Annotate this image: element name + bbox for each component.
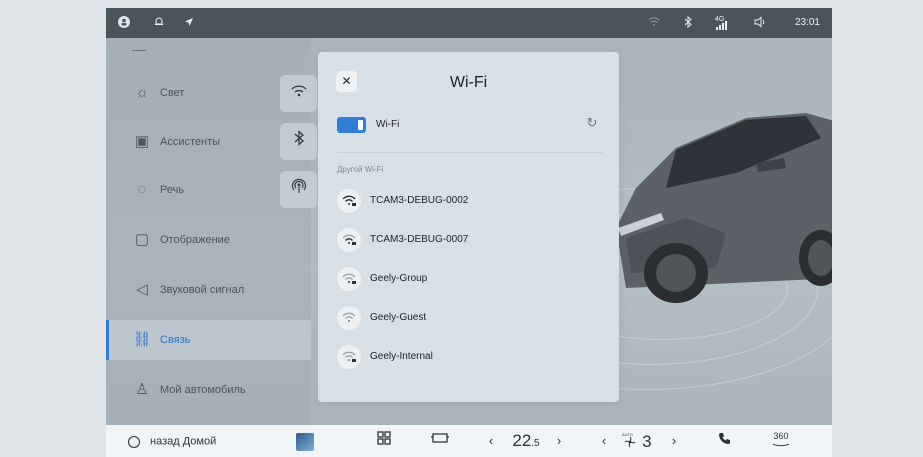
wifi-toggle-label: Wi-Fi	[376, 119, 400, 130]
car-seat-icon[interactable]	[429, 425, 451, 457]
network-name: TCAM3-DEBUG-0002	[370, 195, 469, 206]
phone-icon[interactable]	[716, 425, 732, 457]
network-row[interactable]: Geely-Guest	[337, 304, 603, 332]
light-bulb-icon: ☼	[135, 84, 149, 101]
sidebar-item-label: Речь	[160, 184, 185, 196]
fan-auto-label: AUTO	[622, 432, 634, 437]
wifi-dialog: ✕ Wi-Fi Wi-Fi ↻ Другой Wi-Fi TCAM3-DEBUG…	[318, 52, 619, 402]
wifi-locked-icon	[337, 267, 361, 291]
speaker-icon: ◁	[136, 281, 148, 298]
network-row[interactable]: TCAM3-DEBUG-0002	[337, 187, 603, 215]
car-image	[616, 113, 832, 303]
link-icon: ⛓	[132, 331, 152, 348]
toggle-knob	[358, 120, 363, 130]
wifi-toggle[interactable]	[337, 117, 366, 133]
fan-level: 3	[642, 431, 652, 451]
bluetooth-status-icon	[683, 15, 693, 32]
network-row[interactable]: Geely-Group	[337, 265, 603, 293]
display-icon: ▢	[134, 231, 150, 248]
home-label: назад Домой	[150, 435, 217, 448]
hotspot-icon	[291, 178, 306, 193]
temperature-display: 22.5	[506, 425, 546, 457]
status-bar: 4G 23:01	[106, 8, 832, 38]
home-circle-icon	[128, 435, 140, 448]
media-thumbnail[interactable]	[296, 433, 314, 451]
temperature-decrease-button[interactable]: ‹	[484, 425, 498, 457]
wifi-locked-icon	[337, 345, 361, 369]
sidebar-item-label: Отображение	[160, 234, 230, 246]
hotspot-quick-tile[interactable]	[280, 171, 317, 208]
sidebar-item-connectivity[interactable]: ⛓ Связь	[106, 320, 311, 360]
network-name: Geely-Guest	[370, 312, 427, 323]
fan-decrease-button[interactable]: ‹	[597, 425, 611, 457]
assistant-icon: ▣	[134, 133, 150, 150]
speech-icon: ◌	[137, 181, 147, 198]
person-icon: ♙	[135, 381, 149, 398]
wifi-status-icon	[648, 16, 660, 32]
wifi-quick-tile[interactable]	[280, 75, 317, 112]
temperature-increase-button[interactable]: ›	[552, 425, 566, 457]
divider	[337, 152, 603, 153]
sidebar-item-my-car[interactable]: ♙ Мой автомобиль	[106, 370, 311, 410]
dialog-title: Wi-Fi	[449, 74, 488, 91]
navigation-arrow-icon[interactable]	[183, 16, 195, 32]
wifi-icon	[291, 85, 306, 97]
network-name: TCAM3-DEBUG-0007	[370, 234, 469, 245]
sidebar-item-sound[interactable]: ◁ Звуковой сигнал	[106, 270, 311, 310]
sidebar-item-label: Связь	[160, 334, 191, 346]
volume-icon[interactable]	[754, 16, 768, 32]
fan-icon	[625, 436, 636, 447]
bluetooth-icon	[294, 130, 304, 146]
wifi-icon	[337, 306, 361, 330]
fan-display: 3 AUTO	[618, 425, 658, 457]
network-name: Geely-Internal	[370, 351, 433, 362]
sidebar-item-display[interactable]: ▢ Отображение	[106, 220, 311, 260]
profile-icon[interactable]	[118, 16, 130, 32]
network-row[interactable]: Geely-Internal	[337, 343, 603, 371]
network-row[interactable]: TCAM3-DEBUG-0007	[337, 226, 603, 254]
fan-increase-button[interactable]: ›	[667, 425, 681, 457]
wifi-locked-icon	[337, 189, 361, 213]
other-networks-label: Другой Wi-Fi	[337, 165, 384, 174]
temperature-whole: 22	[512, 431, 532, 450]
sidebar-item-label: Звуковой сигнал	[160, 284, 245, 296]
sidebar-item-label: Ассистенты	[160, 136, 221, 148]
temperature-fraction: .5	[531, 438, 540, 449]
network-name: Geely-Group	[370, 273, 428, 284]
wifi-locked-icon	[337, 228, 361, 252]
bottom-dock: назад Домой ‹ 22.5 › ‹ 3 AUTO › 360	[106, 425, 832, 457]
home-button[interactable]: назад Домой	[128, 425, 238, 457]
sidebar-item-label: Свет	[160, 87, 185, 99]
refresh-icon[interactable]: ↻	[583, 114, 601, 132]
bluetooth-quick-tile[interactable]	[280, 123, 317, 160]
view-360-label: 360	[773, 431, 789, 441]
sidebar-top-divider	[132, 50, 146, 51]
bell-icon[interactable]	[153, 16, 165, 32]
apps-grid-icon[interactable]	[375, 425, 393, 457]
rotate-arrow-icon	[772, 443, 790, 447]
view-360-button[interactable]: 360	[768, 429, 794, 453]
status-time: 23:01	[794, 17, 820, 28]
sidebar-item-label: Мой автомобиль	[160, 384, 246, 396]
